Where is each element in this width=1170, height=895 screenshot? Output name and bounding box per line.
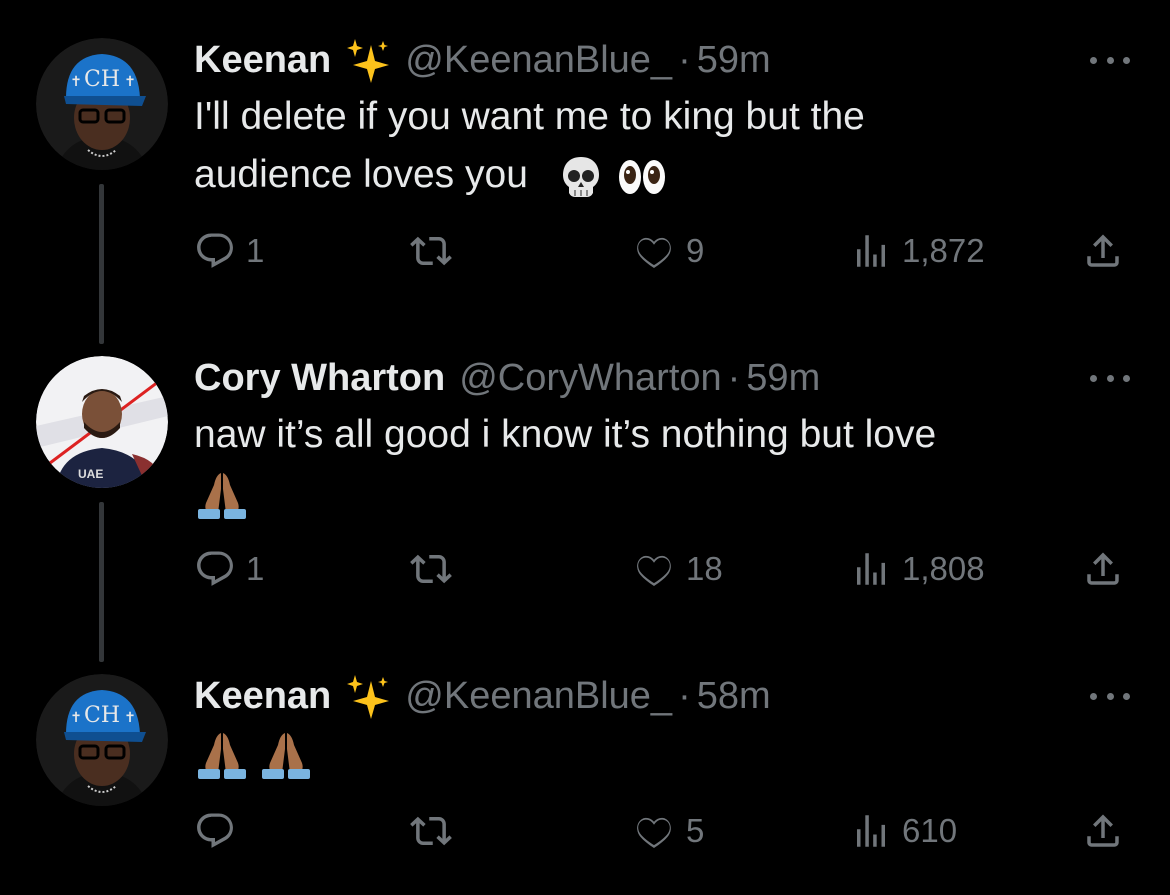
retweet-button[interactable] xyxy=(408,544,464,594)
reply-button[interactable]: 1 xyxy=(194,544,264,594)
tweet-text xyxy=(194,724,314,782)
like-button[interactable]: 18 xyxy=(632,544,723,594)
retweet-button[interactable] xyxy=(408,226,464,276)
tweet-text: I'll delete if you want me to king but t… xyxy=(194,88,865,204)
share-button[interactable] xyxy=(1082,806,1124,856)
user-handle[interactable]: @KeenanBlue_ xyxy=(405,675,672,718)
sparkles-emoji xyxy=(345,37,391,83)
separator-dot: · xyxy=(678,674,691,717)
views-icon xyxy=(857,235,885,267)
svg-text:CH: CH xyxy=(84,703,120,728)
views-button[interactable]: 1,808 xyxy=(850,544,985,594)
folded-hands-emoji xyxy=(198,732,246,779)
like-button[interactable]: 5 xyxy=(632,806,704,856)
reply-icon xyxy=(197,551,233,586)
reply-count: 1 xyxy=(246,232,265,269)
reply-button[interactable]: 1 xyxy=(194,226,264,276)
share-button[interactable] xyxy=(1082,226,1124,276)
like-count: 9 xyxy=(686,232,705,269)
heart-icon xyxy=(637,237,671,268)
tweet-header: Keenan @KeenanBlue_ · 59m xyxy=(194,37,771,83)
tweet-header: Cory Wharton @CoryWharton · 59m xyxy=(194,356,820,400)
tweet-keenan-2[interactable]: CH ✝ ✝ Keenan @KeenanBlue_ · 58m 5 610 xyxy=(0,636,1170,895)
separator-dot: · xyxy=(727,356,741,399)
share-icon xyxy=(1087,552,1119,585)
svg-text:✝: ✝ xyxy=(70,709,82,725)
retweet-icon xyxy=(410,816,452,846)
views-count: 610 xyxy=(902,812,958,849)
svg-text:✝: ✝ xyxy=(70,73,82,89)
reply-count: 1 xyxy=(246,550,265,587)
tweet-text-line: naw it’s all good i know it’s nothing bu… xyxy=(194,413,937,456)
tweet-header: Keenan @KeenanBlue_ · 58m xyxy=(194,673,771,719)
user-handle[interactable]: @KeenanBlue_ xyxy=(405,39,672,82)
heart-icon xyxy=(637,555,671,586)
share-icon xyxy=(1087,814,1119,847)
svg-text:UAE: UAE xyxy=(78,467,103,481)
tweet-text-line-content: audience loves you xyxy=(194,153,528,196)
display-name[interactable]: Keenan xyxy=(194,675,331,718)
retweet-icon xyxy=(410,554,452,584)
more-options-icon[interactable] xyxy=(1090,686,1130,706)
reply-icon xyxy=(197,813,233,848)
folded-hands-emoji xyxy=(198,472,246,519)
timestamp[interactable]: 58m xyxy=(697,675,771,718)
eyes-emoji xyxy=(618,159,665,194)
svg-text:CH: CH xyxy=(84,67,120,92)
views-icon xyxy=(857,815,885,847)
folded-hands-emoji xyxy=(262,732,310,779)
timestamp[interactable]: 59m xyxy=(697,39,771,82)
sparkles-emoji xyxy=(345,673,391,719)
tweet-text: naw it’s all good i know it’s nothing bu… xyxy=(194,406,936,522)
timestamp[interactable]: 59m xyxy=(746,357,820,400)
like-count: 18 xyxy=(686,550,723,587)
user-handle[interactable]: @CoryWharton xyxy=(459,357,721,400)
tweet-keenan-1[interactable]: CH ✝ ✝ Keenan @KeenanBlue_ · 59m I'll de… xyxy=(0,0,1170,344)
share-button[interactable] xyxy=(1082,544,1124,594)
tweet-text-line xyxy=(194,724,314,782)
views-button[interactable]: 610 xyxy=(850,806,957,856)
avatar-keenan[interactable]: CH ✝ ✝ xyxy=(36,674,168,806)
views-button[interactable]: 1,872 xyxy=(850,226,985,276)
skull-emoji xyxy=(562,156,599,197)
display-name[interactable]: Keenan xyxy=(194,39,331,82)
views-count: 1,808 xyxy=(902,550,985,587)
tweet-text-line xyxy=(194,464,936,522)
tweet-actions: 1 9 1,872 xyxy=(194,226,1134,276)
avatar-cory-wharton[interactable]: UAE xyxy=(36,356,168,488)
heart-icon xyxy=(637,817,671,848)
share-icon xyxy=(1087,234,1119,267)
tweet-actions: 5 610 xyxy=(194,806,1134,856)
svg-text:✝: ✝ xyxy=(124,73,136,89)
tweet-cory-wharton[interactable]: UAE Cory Wharton @CoryWharton · 59m naw … xyxy=(0,318,1170,662)
more-options-icon[interactable] xyxy=(1090,50,1130,70)
avatar-keenan[interactable]: CH ✝ ✝ xyxy=(36,38,168,170)
reply-icon xyxy=(197,233,233,268)
tweet-text-line: audience loves you xyxy=(194,146,865,204)
separator-dot: · xyxy=(678,38,691,81)
views-icon xyxy=(857,553,885,585)
svg-text:✝: ✝ xyxy=(124,709,136,725)
like-button[interactable]: 9 xyxy=(632,226,704,276)
conversation-thread: CH ✝ ✝ Keenan @KeenanBlue_ · 59m I'll de… xyxy=(0,0,1170,895)
retweet-button[interactable] xyxy=(408,806,464,856)
tweet-text-line: I'll delete if you want me to king but t… xyxy=(194,95,865,138)
reply-button[interactable] xyxy=(194,806,246,856)
more-options-icon[interactable] xyxy=(1090,368,1130,388)
tweet-actions: 1 18 1,808 xyxy=(194,544,1134,594)
views-count: 1,872 xyxy=(902,232,985,269)
retweet-icon xyxy=(410,236,452,266)
like-count: 5 xyxy=(686,812,705,849)
display-name[interactable]: Cory Wharton xyxy=(194,357,445,400)
